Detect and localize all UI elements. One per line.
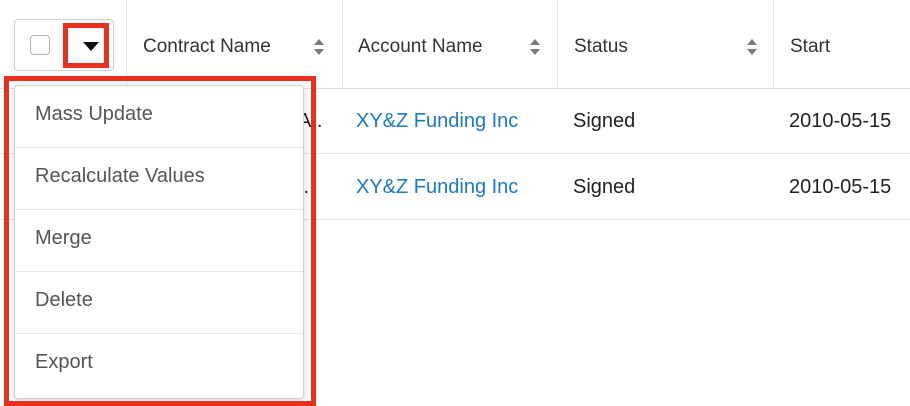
mass-select-control	[14, 19, 114, 71]
actions-menu: Mass Update Recalculate Values Merge Del…	[14, 85, 304, 399]
column-divider	[773, 0, 774, 88]
column-header-start[interactable]: Start	[790, 36, 830, 58]
menu-item-delete[interactable]: Delete	[15, 272, 303, 334]
start-date-cell: 2010-05-15	[789, 176, 892, 198]
menu-item-export[interactable]: Export	[15, 334, 303, 396]
menu-item-recalculate-values[interactable]: Recalculate Values	[15, 148, 303, 210]
sort-icon[interactable]	[529, 38, 541, 56]
column-divider	[126, 0, 127, 88]
account-name-link[interactable]: XY&Z Funding Inc	[356, 176, 518, 199]
menu-item-merge[interactable]: Merge	[15, 210, 303, 272]
status-cell: Signed	[573, 176, 636, 198]
sort-icon[interactable]	[313, 38, 325, 56]
sort-icon[interactable]	[746, 38, 758, 56]
account-name-link[interactable]: XY&Z Funding Inc	[356, 110, 518, 133]
list-header: Contract Name Account Name Status Start	[0, 0, 910, 89]
status-cell: Signed	[573, 110, 636, 132]
column-header-contract-name[interactable]: Contract Name	[143, 36, 271, 58]
caret-down-icon	[83, 42, 99, 51]
menu-item-mass-update[interactable]: Mass Update	[15, 86, 303, 148]
actions-dropdown-button[interactable]	[81, 39, 101, 53]
column-divider	[557, 0, 558, 88]
column-divider	[342, 0, 343, 88]
column-header-status[interactable]: Status	[574, 36, 628, 58]
select-all-checkbox[interactable]	[30, 35, 50, 55]
column-header-account-name[interactable]: Account Name	[358, 36, 483, 58]
start-date-cell: 2010-05-15	[789, 110, 892, 132]
